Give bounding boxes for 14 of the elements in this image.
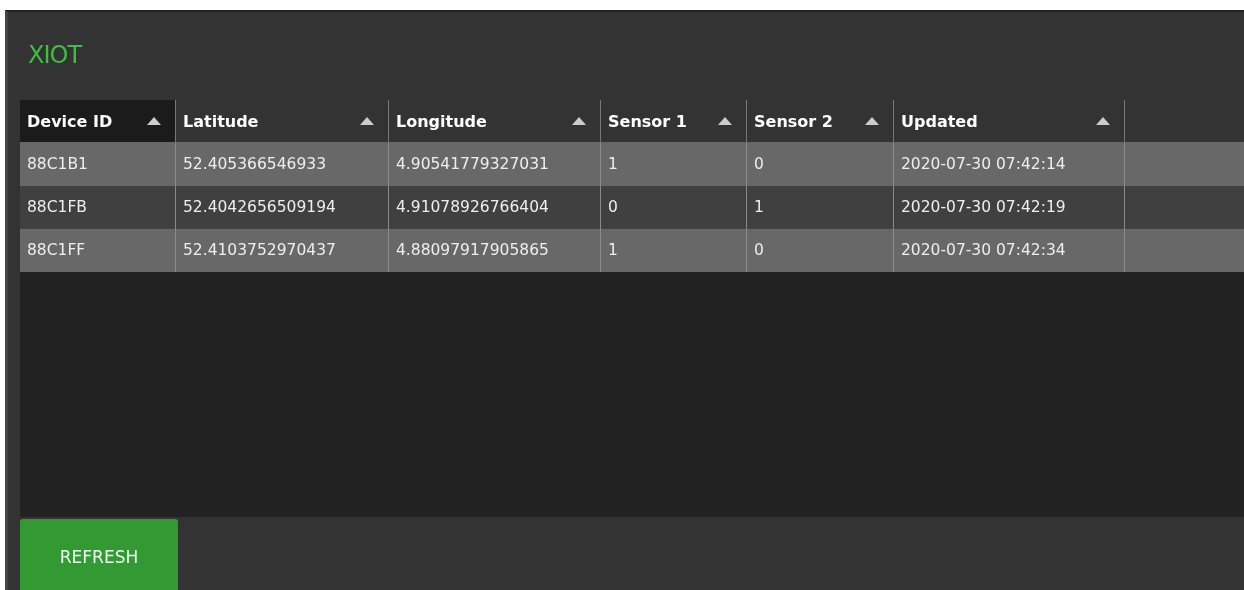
table-cell: 0 [747, 229, 894, 272]
table-cell: 2020-07-30 07:42:34 [894, 229, 1125, 272]
sort-arrow-icon [147, 117, 161, 125]
column-header[interactable]: Device ID [20, 100, 176, 143]
sort-arrow-icon [360, 117, 374, 125]
table-cell: 1 [601, 229, 747, 272]
sort-arrow-icon [572, 117, 586, 125]
sort-arrow-icon [718, 117, 732, 125]
table-cell: 52.4103752970437 [176, 229, 389, 272]
table-cell: 4.88097917905865 [389, 229, 601, 272]
sort-arrow-icon [1096, 117, 1110, 125]
sort-arrow-icon [865, 117, 879, 125]
table-cell: 88C1FF [20, 229, 176, 272]
app-title: XIOT [27, 40, 83, 71]
